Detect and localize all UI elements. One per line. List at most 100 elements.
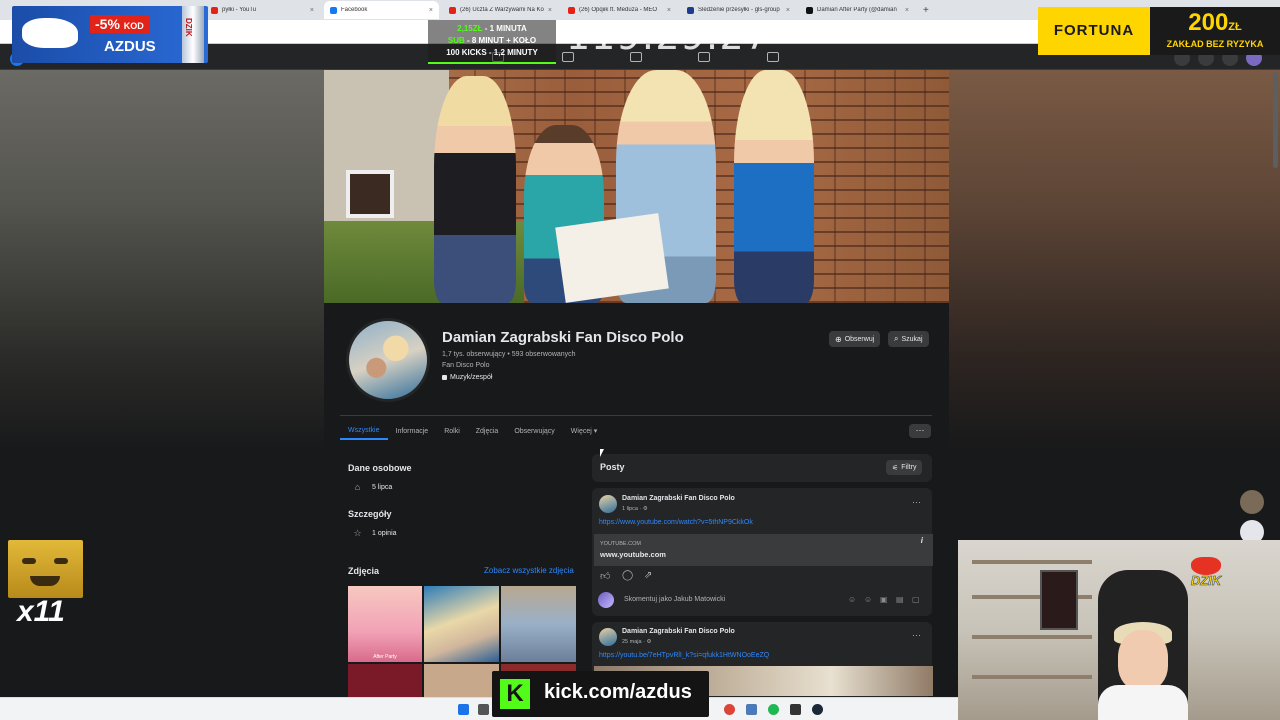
emote-counter: x11	[17, 595, 65, 628]
tab-title: pyłki - YouTu	[222, 7, 257, 13]
comment-composer[interactable]: Skomentuj jako Jakub Matowicki ☺ ☺ ▣ ▤ ▢	[598, 592, 928, 608]
photo-caption: After Party	[373, 654, 397, 660]
follow-label: Obserwuj	[844, 335, 875, 343]
tab-title: Damian After Party (@damian	[817, 7, 897, 13]
spotify-icon[interactable]	[768, 704, 779, 715]
post-author-avatar[interactable]	[599, 495, 617, 513]
search-button[interactable]: ⌕ Szukaj	[888, 331, 929, 347]
rule-text: - 1 MINUTA	[482, 24, 527, 33]
sticker-icon[interactable]: ▢	[912, 595, 920, 604]
tab-title: (26) Opqiik ft. Meduza - MEO	[579, 7, 658, 13]
new-tab-button[interactable]: +	[919, 5, 933, 16]
tab-info[interactable]: Informacje	[388, 422, 437, 440]
close-tab-icon[interactable]: ×	[905, 7, 909, 14]
emote-mouth	[30, 576, 60, 586]
photo-thumb-1[interactable]: After Party	[348, 586, 422, 662]
category-label: Muzyk/zespół	[450, 374, 493, 381]
comment-placeholder[interactable]: Skomentuj jako Jakub Matowicki	[624, 596, 725, 603]
chat-contact-avatar[interactable]	[1240, 490, 1264, 514]
tab-all[interactable]: Wszystkie	[340, 422, 388, 440]
tab-followers[interactable]: Obserwujący	[506, 422, 562, 440]
tab-reels[interactable]: Rolki	[436, 422, 468, 440]
post-date[interactable]: 1 lipca · ⚙	[622, 506, 648, 512]
photo-thumb-2[interactable]	[424, 586, 499, 662]
tab-more[interactable]: Więcej ▾	[563, 422, 605, 440]
filters-button[interactable]: ⚟ Filtry	[886, 460, 923, 475]
see-all-photos-link[interactable]: Zobacz wszystkie zdjęcia	[484, 566, 574, 575]
post-link[interactable]: https://www.youtube.com/watch?v=5thNP9Ck…	[599, 519, 753, 526]
photo-thumb-4[interactable]	[348, 664, 422, 697]
gif-icon[interactable]: ▤	[896, 595, 904, 604]
share-icon[interactable]: ⇗	[644, 570, 652, 581]
windows-start-icon[interactable]	[458, 704, 469, 715]
rule-line-1: 2,15ZŁ - 1 MINUTA	[428, 23, 556, 35]
gls-favicon-icon	[687, 6, 694, 14]
rule-line-2: SUB - 8 MINUT + KOŁO	[428, 35, 556, 47]
more-options-button[interactable]: ···	[909, 424, 931, 438]
personal-info-title: Dane osobowe	[348, 463, 412, 473]
shelf	[972, 675, 1092, 679]
kick-logo-icon: K	[500, 679, 530, 709]
cake-icon: ⌂	[354, 482, 361, 492]
facebook-favicon-icon	[330, 6, 337, 14]
page-scrollbar[interactable]	[1273, 72, 1278, 168]
photo-thumb-3[interactable]	[501, 586, 576, 662]
steam-icon[interactable]	[812, 704, 823, 715]
close-tab-icon[interactable]: ×	[548, 7, 552, 14]
post-menu-button[interactable]: ···	[912, 497, 921, 507]
chrome-icon[interactable]	[724, 704, 735, 715]
page-subtitle: Fan Disco Polo	[442, 362, 490, 369]
emoji-icon[interactable]: ☺	[848, 595, 856, 604]
birthday-value: 5 lipca	[372, 483, 393, 491]
post-menu-button[interactable]: ···	[912, 630, 921, 640]
youtube-favicon-icon	[211, 6, 218, 14]
browser-tab-youtube-2[interactable]: (26) Uczta Z Warzywami Na Ko ×	[443, 1, 558, 19]
photos-title: Zdjęcia	[348, 566, 380, 576]
browser-tab-youtube[interactable]: pyłki - YouTu ×	[205, 1, 320, 19]
fortuna-bonus: 200ZŁ ZAKŁAD BEZ RYZYKA	[1150, 7, 1280, 55]
like-icon[interactable]: 👍︎	[600, 570, 610, 582]
posts-title: Posty	[600, 462, 625, 472]
post-date[interactable]: 25 maja · ⚙	[622, 639, 651, 645]
taskbar-app-icon[interactable]	[746, 704, 757, 715]
post-author[interactable]: Damian Zagrabski Fan Disco Polo	[622, 495, 735, 502]
bonus-amount: 200ZŁ	[1150, 9, 1280, 37]
taskbar-app-icon-2[interactable]	[790, 704, 801, 715]
browser-tab-facebook[interactable]: Facebook ×	[324, 1, 439, 19]
close-tab-icon[interactable]: ×	[667, 7, 671, 14]
streamer-webcam: DZIK	[958, 540, 1280, 720]
post-author[interactable]: Damian Zagrabski Fan Disco Polo	[622, 628, 735, 635]
mini-fridge	[1040, 570, 1078, 630]
follow-button[interactable]: ⊕ Obserwuj	[829, 331, 881, 347]
cover-window	[346, 170, 394, 218]
taskbar-search-icon[interactable]	[478, 704, 489, 715]
dzik-wordmark: DZIK	[1190, 573, 1222, 589]
info-icon[interactable]: i	[921, 536, 923, 545]
close-tab-icon[interactable]: ×	[310, 7, 314, 14]
photo-thumb-5[interactable]	[424, 664, 499, 697]
post-author-avatar[interactable]	[599, 628, 617, 646]
subathon-timer: 119:29:27	[566, 14, 770, 58]
windows-taskbar	[0, 697, 958, 720]
cover-photo[interactable]	[324, 70, 949, 303]
cover-photo-print	[555, 213, 669, 303]
reviews-row[interactable]: ☆ 1 opinia	[352, 528, 396, 539]
emote-eye-right	[54, 558, 68, 564]
shelf	[972, 635, 1092, 639]
filters-label: Filtry	[901, 464, 917, 471]
profile-avatar[interactable]	[346, 318, 430, 402]
close-tab-icon[interactable]: ×	[786, 7, 790, 14]
discount-code: AZDUS	[104, 38, 156, 55]
link-preview[interactable]: YOUTUBE.COM www.youtube.com i	[594, 534, 933, 566]
post-link[interactable]: https://youtu.be/7eHTpvRlI_k?si=qfukk1Ht…	[599, 652, 769, 659]
browser-tab-tiktok[interactable]: Damian After Party (@damian ×	[800, 1, 915, 19]
filter-icon: ⚟	[892, 464, 899, 472]
avatar-sticker-icon[interactable]: ☺	[864, 595, 872, 604]
camera-icon[interactable]: ▣	[880, 595, 888, 604]
bonus-tagline: ZAKŁAD BEZ RYZYKA	[1166, 39, 1264, 49]
comment-icon[interactable]: ◯	[622, 570, 633, 581]
close-tab-icon[interactable]: ×	[429, 7, 433, 14]
tab-photos[interactable]: Zdjęcia	[468, 422, 507, 440]
discount-kod: KOD	[123, 21, 144, 31]
follower-stats[interactable]: 1,7 tys. obserwujący • 593 obserwowanych	[442, 351, 576, 358]
